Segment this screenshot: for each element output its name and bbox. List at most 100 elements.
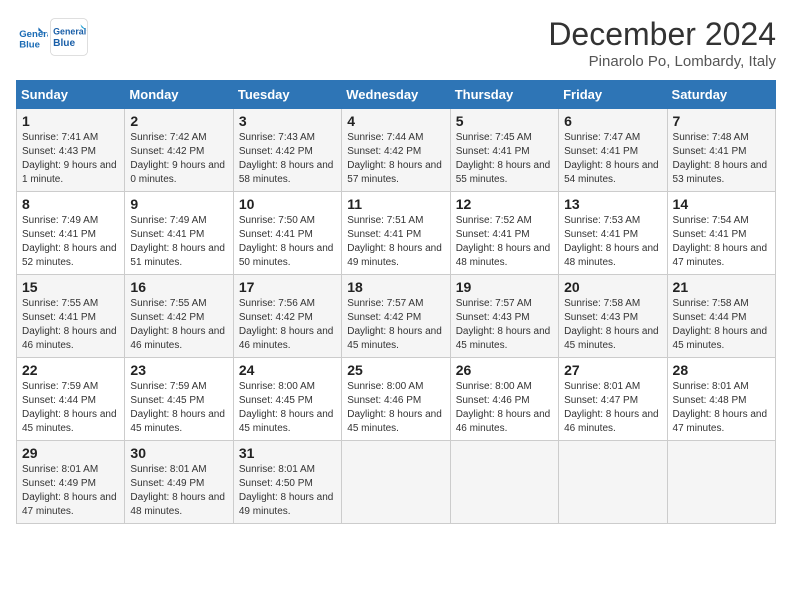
day-info: Sunrise: 8:00 AMSunset: 4:45 PMDaylight:…: [239, 380, 336, 436]
calendar-week-1: 1 Sunrise: 7:41 AMSunset: 4:43 PMDayligh…: [17, 109, 776, 192]
day-info: Sunrise: 7:51 AMSunset: 4:41 PMDaylight:…: [347, 214, 444, 270]
location-subtitle: Pinarolo Po, Lombardy, Italy: [548, 53, 776, 70]
day-number: 11: [347, 196, 444, 212]
page-header: General Blue General Blue December 2024 …: [16, 16, 776, 70]
day-number: 26: [456, 362, 553, 378]
calendar-cell: 26 Sunrise: 8:00 AMSunset: 4:46 PMDaylig…: [450, 358, 558, 441]
calendar-cell: 18 Sunrise: 7:57 AMSunset: 4:42 PMDaylig…: [342, 275, 450, 358]
day-number: 4: [347, 113, 444, 129]
gb-logo-icon: General Blue: [50, 16, 88, 58]
calendar-cell: 6 Sunrise: 7:47 AMSunset: 4:41 PMDayligh…: [559, 109, 667, 192]
svg-text:General: General: [19, 29, 48, 40]
day-number: 24: [239, 362, 336, 378]
day-number: 9: [130, 196, 227, 212]
day-number: 22: [22, 362, 119, 378]
title-area: December 2024 Pinarolo Po, Lombardy, Ita…: [548, 16, 776, 70]
day-number: 31: [239, 445, 336, 461]
calendar-cell: 8 Sunrise: 7:49 AMSunset: 4:41 PMDayligh…: [17, 192, 125, 275]
calendar-cell: 30 Sunrise: 8:01 AMSunset: 4:49 PMDaylig…: [125, 441, 233, 524]
calendar-cell: 1 Sunrise: 7:41 AMSunset: 4:43 PMDayligh…: [17, 109, 125, 192]
day-info: Sunrise: 7:57 AMSunset: 4:42 PMDaylight:…: [347, 297, 444, 353]
day-info: Sunrise: 7:58 AMSunset: 4:43 PMDaylight:…: [564, 297, 661, 353]
day-number: 28: [673, 362, 770, 378]
day-info: Sunrise: 8:01 AMSunset: 4:47 PMDaylight:…: [564, 380, 661, 436]
day-info: Sunrise: 7:42 AMSunset: 4:42 PMDaylight:…: [130, 131, 227, 187]
calendar-cell: 11 Sunrise: 7:51 AMSunset: 4:41 PMDaylig…: [342, 192, 450, 275]
day-number: 27: [564, 362, 661, 378]
day-info: Sunrise: 7:48 AMSunset: 4:41 PMDaylight:…: [673, 131, 770, 187]
calendar-cell: 12 Sunrise: 7:52 AMSunset: 4:41 PMDaylig…: [450, 192, 558, 275]
day-info: Sunrise: 7:58 AMSunset: 4:44 PMDaylight:…: [673, 297, 770, 353]
calendar-cell: [667, 441, 775, 524]
day-info: Sunrise: 8:01 AMSunset: 4:49 PMDaylight:…: [130, 463, 227, 519]
calendar-cell: 16 Sunrise: 7:55 AMSunset: 4:42 PMDaylig…: [125, 275, 233, 358]
day-info: Sunrise: 7:55 AMSunset: 4:41 PMDaylight:…: [22, 297, 119, 353]
calendar-cell: 13 Sunrise: 7:53 AMSunset: 4:41 PMDaylig…: [559, 192, 667, 275]
day-number: 18: [347, 279, 444, 295]
day-info: Sunrise: 7:55 AMSunset: 4:42 PMDaylight:…: [130, 297, 227, 353]
day-number: 10: [239, 196, 336, 212]
day-info: Sunrise: 7:41 AMSunset: 4:43 PMDaylight:…: [22, 131, 119, 187]
day-info: Sunrise: 7:59 AMSunset: 4:44 PMDaylight:…: [22, 380, 119, 436]
calendar-cell: 25 Sunrise: 8:00 AMSunset: 4:46 PMDaylig…: [342, 358, 450, 441]
day-info: Sunrise: 7:45 AMSunset: 4:41 PMDaylight:…: [456, 131, 553, 187]
calendar-cell: 2 Sunrise: 7:42 AMSunset: 4:42 PMDayligh…: [125, 109, 233, 192]
logo-icon: General Blue: [16, 21, 48, 53]
day-info: Sunrise: 8:00 AMSunset: 4:46 PMDaylight:…: [347, 380, 444, 436]
day-header-thursday: Thursday: [450, 81, 558, 109]
day-info: Sunrise: 8:00 AMSunset: 4:46 PMDaylight:…: [456, 380, 553, 436]
calendar-cell: 21 Sunrise: 7:58 AMSunset: 4:44 PMDaylig…: [667, 275, 775, 358]
calendar-week-2: 8 Sunrise: 7:49 AMSunset: 4:41 PMDayligh…: [17, 192, 776, 275]
calendar-week-3: 15 Sunrise: 7:55 AMSunset: 4:41 PMDaylig…: [17, 275, 776, 358]
day-number: 12: [456, 196, 553, 212]
day-info: Sunrise: 7:54 AMSunset: 4:41 PMDaylight:…: [673, 214, 770, 270]
calendar-cell: 9 Sunrise: 7:49 AMSunset: 4:41 PMDayligh…: [125, 192, 233, 275]
day-info: Sunrise: 8:01 AMSunset: 4:48 PMDaylight:…: [673, 380, 770, 436]
logo: General Blue General Blue: [16, 16, 88, 58]
calendar-cell: 4 Sunrise: 7:44 AMSunset: 4:42 PMDayligh…: [342, 109, 450, 192]
day-info: Sunrise: 7:59 AMSunset: 4:45 PMDaylight:…: [130, 380, 227, 436]
svg-text:Blue: Blue: [53, 38, 75, 49]
calendar-week-5: 29 Sunrise: 8:01 AMSunset: 4:49 PMDaylig…: [17, 441, 776, 524]
calendar-cell: 27 Sunrise: 8:01 AMSunset: 4:47 PMDaylig…: [559, 358, 667, 441]
calendar-table: SundayMondayTuesdayWednesdayThursdayFrid…: [16, 80, 776, 524]
day-header-tuesday: Tuesday: [233, 81, 341, 109]
day-info: Sunrise: 7:56 AMSunset: 4:42 PMDaylight:…: [239, 297, 336, 353]
calendar-cell: 14 Sunrise: 7:54 AMSunset: 4:41 PMDaylig…: [667, 192, 775, 275]
day-header-sunday: Sunday: [17, 81, 125, 109]
day-header-wednesday: Wednesday: [342, 81, 450, 109]
calendar-cell: 31 Sunrise: 8:01 AMSunset: 4:50 PMDaylig…: [233, 441, 341, 524]
day-number: 25: [347, 362, 444, 378]
day-header-monday: Monday: [125, 81, 233, 109]
day-number: 2: [130, 113, 227, 129]
day-number: 8: [22, 196, 119, 212]
calendar-week-4: 22 Sunrise: 7:59 AMSunset: 4:44 PMDaylig…: [17, 358, 776, 441]
day-number: 29: [22, 445, 119, 461]
day-info: Sunrise: 7:43 AMSunset: 4:42 PMDaylight:…: [239, 131, 336, 187]
day-number: 7: [673, 113, 770, 129]
day-number: 14: [673, 196, 770, 212]
svg-text:Blue: Blue: [19, 39, 40, 50]
calendar-cell: 28 Sunrise: 8:01 AMSunset: 4:48 PMDaylig…: [667, 358, 775, 441]
day-number: 6: [564, 113, 661, 129]
calendar-cell: 17 Sunrise: 7:56 AMSunset: 4:42 PMDaylig…: [233, 275, 341, 358]
day-number: 16: [130, 279, 227, 295]
day-info: Sunrise: 8:01 AMSunset: 4:50 PMDaylight:…: [239, 463, 336, 519]
calendar-cell: 29 Sunrise: 8:01 AMSunset: 4:49 PMDaylig…: [17, 441, 125, 524]
calendar-cell: 7 Sunrise: 7:48 AMSunset: 4:41 PMDayligh…: [667, 109, 775, 192]
calendar-cell: 5 Sunrise: 7:45 AMSunset: 4:41 PMDayligh…: [450, 109, 558, 192]
calendar-cell: 15 Sunrise: 7:55 AMSunset: 4:41 PMDaylig…: [17, 275, 125, 358]
calendar-cell: [342, 441, 450, 524]
day-number: 13: [564, 196, 661, 212]
calendar-cell: 10 Sunrise: 7:50 AMSunset: 4:41 PMDaylig…: [233, 192, 341, 275]
day-number: 1: [22, 113, 119, 129]
day-number: 23: [130, 362, 227, 378]
calendar-cell: 22 Sunrise: 7:59 AMSunset: 4:44 PMDaylig…: [17, 358, 125, 441]
day-info: Sunrise: 7:50 AMSunset: 4:41 PMDaylight:…: [239, 214, 336, 270]
day-number: 19: [456, 279, 553, 295]
day-number: 5: [456, 113, 553, 129]
calendar-cell: [559, 441, 667, 524]
day-number: 21: [673, 279, 770, 295]
day-number: 3: [239, 113, 336, 129]
day-number: 17: [239, 279, 336, 295]
